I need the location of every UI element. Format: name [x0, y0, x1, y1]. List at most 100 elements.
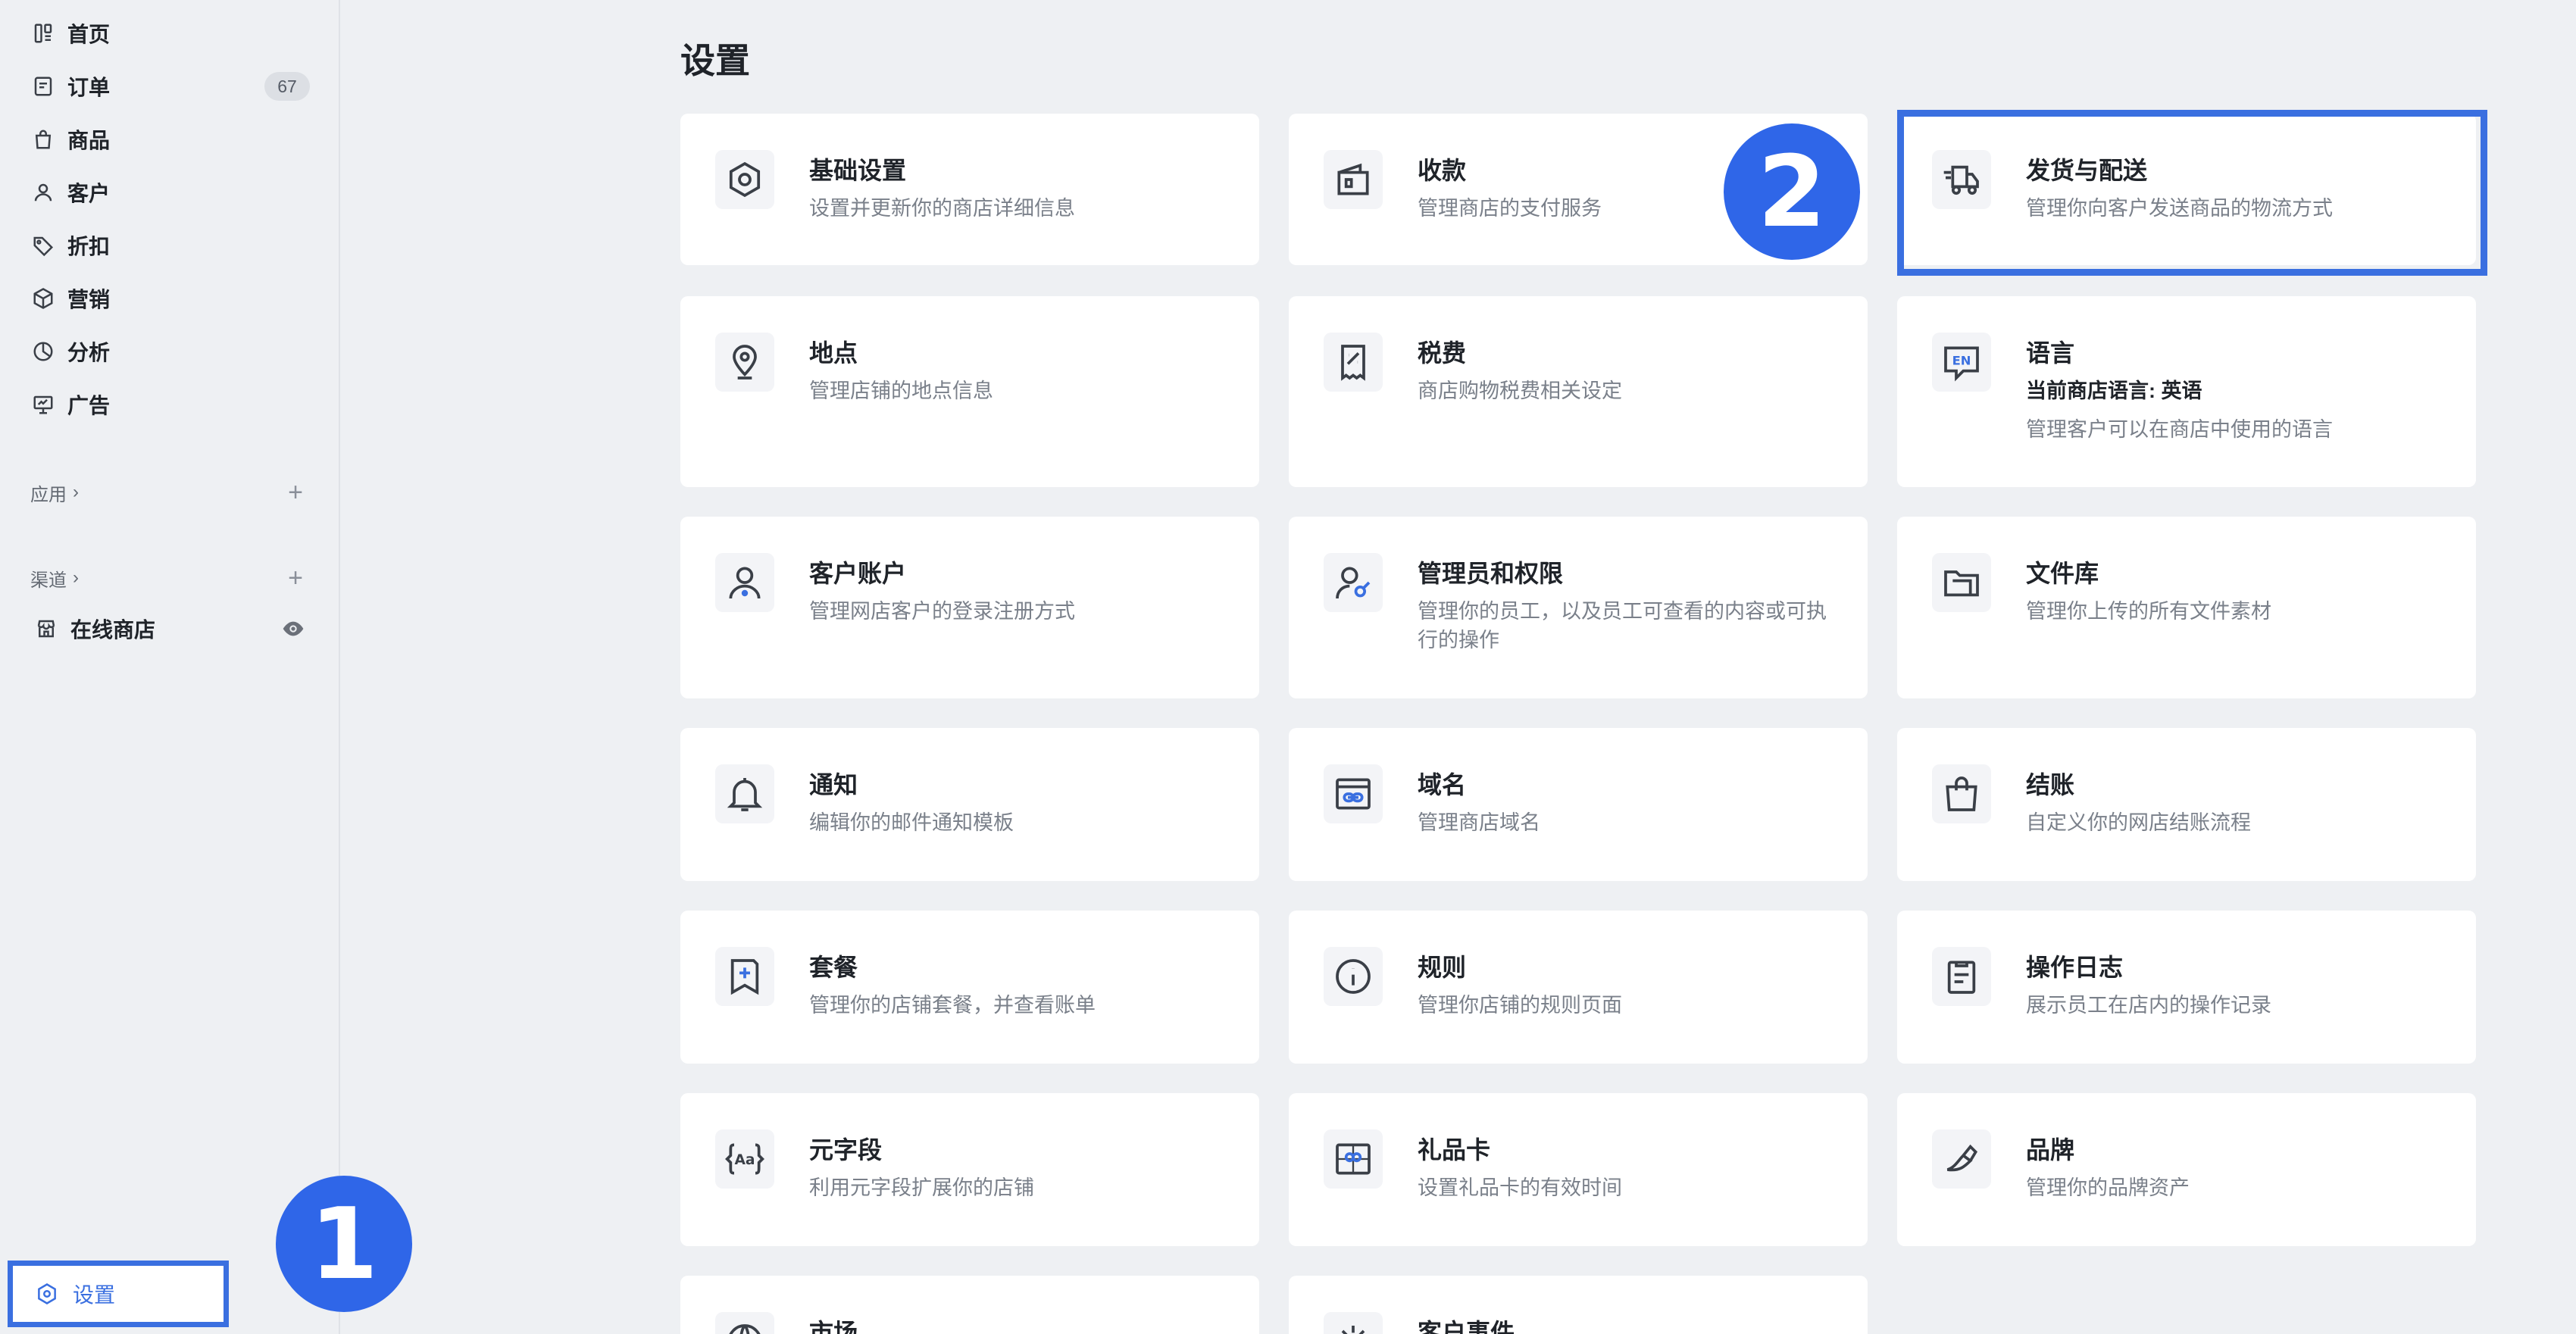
card-description: 管理你的品牌资产	[2026, 1176, 2190, 1199]
sidebar-item-customers[interactable]: 客户	[0, 170, 340, 215]
gift-card-icon	[1324, 1129, 1383, 1189]
settings-card-domains[interactable]: 域名 管理商店域名	[1289, 728, 1868, 881]
card-title: 通知	[809, 771, 858, 798]
orders-count-badge: 67	[264, 72, 310, 101]
card-description: 编辑你的邮件通知模板	[809, 811, 1014, 834]
sidebar-item-label: 分析	[67, 341, 111, 364]
card-title: 文件库	[2026, 560, 2099, 587]
sidebar-item-products[interactable]: 商品	[0, 117, 340, 162]
settings-card-customer-events[interactable]: 客户事件	[1289, 1276, 1868, 1334]
sidebar-item-label: 首页	[67, 23, 111, 46]
sidebar-item-label: 折扣	[67, 235, 111, 258]
card-title: 规则	[1418, 954, 1467, 981]
sidebar-item-label: 商品	[67, 129, 111, 152]
current-language: 当前商店语言: 英语	[2026, 380, 2202, 402]
settings-card-checkout[interactable]: 结账 自定义你的网店结账流程	[1897, 728, 2476, 881]
settings-card-taxes[interactable]: 税费 商店购物税费相关设定	[1289, 296, 1868, 487]
card-title: 套餐	[809, 954, 858, 981]
settings-card-markets[interactable]: 市场	[680, 1276, 1259, 1334]
sidebar-item-discounts[interactable]: 折扣	[0, 223, 340, 268]
sidebar-item-label: 客户	[67, 182, 111, 205]
home-icon	[30, 20, 56, 46]
settings-card-brand[interactable]: 品牌 管理你的品牌资产	[1897, 1093, 2476, 1246]
sidebar-item-ads[interactable]: 广告	[0, 382, 340, 427]
info-icon	[1324, 947, 1383, 1006]
settings-card-files[interactable]: 文件库 管理你上传的所有文件素材	[1897, 517, 2476, 698]
customer-icon	[30, 180, 56, 205]
card-description: 自定义你的网店结账流程	[2026, 811, 2251, 834]
svg-text:Aa: Aa	[734, 1152, 755, 1168]
card-title: 礼品卡	[1418, 1136, 1491, 1164]
tax-receipt-icon	[1324, 333, 1383, 392]
bell-icon	[715, 764, 774, 823]
channels-section-label: 渠道	[30, 570, 67, 591]
card-title: 管理员和权限	[1418, 560, 1564, 587]
sidebar-item-orders[interactable]: 订单 67	[0, 64, 340, 109]
card-title: 元字段	[809, 1136, 883, 1164]
card-description: 管理你的员工，以及员工可查看的内容或可执行的操作	[1418, 600, 1827, 651]
card-description: 管理商店域名	[1418, 811, 1540, 834]
settings-card-language[interactable]: EN 语言 当前商店语言: 英语 管理客户可以在商店中使用的语言	[1897, 296, 2476, 487]
shipping-highlight-frame	[1897, 110, 2487, 276]
cube-icon	[30, 286, 56, 311]
spark-icon	[1324, 1312, 1383, 1334]
sidebar-item-marketing[interactable]: 营销	[0, 276, 340, 321]
card-title: 语言	[2026, 339, 2075, 367]
card-title: 基础设置	[809, 157, 907, 184]
orders-icon	[30, 73, 56, 99]
card-title: 客户事件	[1418, 1319, 1515, 1334]
brand-brush-icon	[1932, 1129, 1991, 1189]
card-description: 管理你上传的所有文件素材	[2026, 600, 2271, 623]
settings-card-gift-cards[interactable]: 礼品卡 设置礼品卡的有效时间	[1289, 1093, 1868, 1246]
location-pin-icon	[715, 333, 774, 392]
settings-card-locations[interactable]: 地点 管理店铺的地点信息	[680, 296, 1259, 487]
log-clipboard-icon	[1932, 947, 1991, 1006]
ad-monitor-icon	[30, 392, 56, 417]
store-icon	[33, 616, 59, 642]
add-channel-button[interactable]: +	[282, 564, 309, 592]
globe-icon	[715, 1312, 774, 1334]
settings-card-admins[interactable]: 管理员和权限 管理你的员工，以及员工可查看的内容或可执行的操作	[1289, 517, 1868, 698]
card-description: 设置礼品卡的有效时间	[1418, 1176, 1622, 1199]
settings-card-notifications[interactable]: 通知 编辑你的邮件通知模板	[680, 728, 1259, 881]
apps-section-label: 应用	[30, 484, 67, 505]
sidebar-item-label: 设置	[73, 1283, 116, 1307]
settings-card-activity-log[interactable]: 操作日志 展示员工在店内的操作记录	[1897, 911, 2476, 1064]
card-title: 税费	[1418, 339, 1467, 367]
step-1-marker: 1	[276, 1176, 412, 1312]
eye-icon[interactable]	[277, 613, 309, 645]
chevron-right-icon: ›	[73, 482, 79, 502]
wallet-icon	[1324, 150, 1383, 209]
settings-card-metafields[interactable]: Aa 元字段 利用元字段扩展你的店铺	[680, 1093, 1259, 1246]
settings-card-plans[interactable]: 套餐 管理你的店铺套餐，并查看账单	[680, 911, 1259, 1064]
card-title: 客户账户	[809, 560, 907, 587]
gear-icon	[715, 150, 774, 209]
sidebar: 首页 订单 67 商品 客户 折扣 营销 分析 广告 应用 › + 渠道 › +…	[0, 0, 340, 1334]
add-app-button[interactable]: +	[282, 479, 309, 506]
apps-section-header[interactable]: 应用 ›	[30, 477, 79, 508]
sidebar-item-settings[interactable]: 设置	[8, 1261, 229, 1327]
channels-section-header[interactable]: 渠道 ›	[30, 563, 79, 593]
settings-card-policies[interactable]: 规则 管理你店铺的规则页面	[1289, 911, 1868, 1064]
sidebar-item-label: 在线商店	[70, 618, 156, 642]
products-bag-icon	[30, 127, 56, 152]
settings-card-basic[interactable]: 基础设置 设置并更新你的商店详细信息	[680, 114, 1259, 265]
card-description: 管理你店铺的规则页面	[1418, 994, 1622, 1017]
sidebar-item-label: 营销	[67, 288, 111, 311]
gear-icon	[34, 1281, 60, 1307]
card-title: 地点	[809, 339, 858, 367]
sidebar-item-label: 广告	[67, 394, 111, 417]
card-title: 操作日志	[2026, 954, 2124, 981]
settings-card-customer-accounts[interactable]: 客户账户 管理网店客户的登录注册方式	[680, 517, 1259, 698]
shopping-bag-icon	[1932, 764, 1991, 823]
plan-bookmark-icon	[715, 947, 774, 1006]
svg-text:EN: EN	[1952, 354, 1971, 368]
tag-icon	[30, 233, 56, 258]
admin-key-icon	[1324, 553, 1383, 612]
card-title: 结账	[2026, 771, 2075, 798]
card-description: 管理客户可以在商店中使用的语言	[2026, 418, 2333, 441]
customer-account-icon	[715, 553, 774, 612]
sidebar-item-analytics[interactable]: 分析	[0, 329, 340, 374]
sidebar-item-home[interactable]: 首页	[0, 11, 340, 56]
card-description: 商店购物税费相关设定	[1418, 380, 1622, 402]
